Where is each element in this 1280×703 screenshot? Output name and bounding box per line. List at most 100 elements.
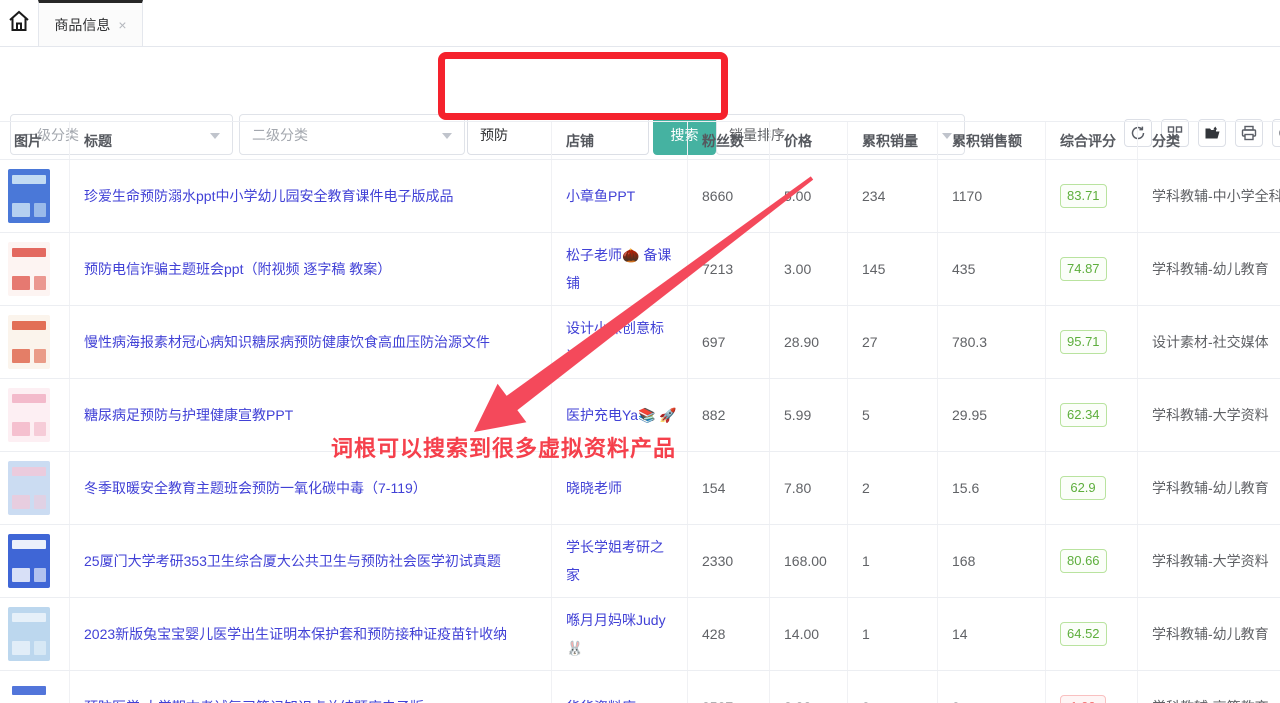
price-cell: 3.00: [770, 233, 848, 305]
product-title-cell: 珍爱生命预防溺水ppt中小学幼儿园安全教育课件电子版成品: [70, 160, 552, 232]
score-badge: 64.52: [1060, 622, 1107, 646]
score-cell: 1.00: [1046, 671, 1138, 703]
total-sales-cell: 1: [848, 525, 938, 597]
product-title-link[interactable]: 2023新版兔宝宝婴儿医学出生证明本保护套和预防接种证疫苗针收纳: [84, 620, 507, 648]
product-title-link[interactable]: 预防电信诈骗主题班会ppt（附视频 逐字稿 教案）: [84, 255, 391, 283]
total-revenue-cell: 1170: [938, 160, 1046, 232]
table-row: 冬季取暖安全教育主题班会预防一氧化碳中毒（7-119）晓晓老师1547.8021…: [0, 452, 1280, 525]
score-cell: 95.71: [1046, 306, 1138, 378]
score-cell: 62.34: [1046, 379, 1138, 451]
product-thumbnail[interactable]: [8, 534, 50, 588]
total-revenue-cell: 0: [938, 671, 1046, 703]
shop-link[interactable]: 设计小保创意标识: [566, 314, 677, 370]
product-thumbnail[interactable]: [8, 607, 50, 661]
score-cell: 64.52: [1046, 598, 1138, 670]
product-thumbnail[interactable]: [8, 680, 50, 703]
total-revenue-cell: 15.6: [938, 452, 1046, 524]
score-badge: 1.00: [1060, 695, 1106, 703]
shop-cell: 松子老师🌰 备课铺: [552, 233, 688, 305]
column-header-2: 店铺: [552, 122, 688, 159]
table-row: 慢性病海报素材冠心病知识糖尿病预防健康饮食高血压防治源文件设计小保创意标识697…: [0, 306, 1280, 379]
total-revenue-cell: 435: [938, 233, 1046, 305]
product-table: 图片标题店铺粉丝数价格累积销量累积销售额综合评分分类 珍爱生命预防溺水ppt中小…: [0, 121, 1280, 703]
table-row: 预防医学 大学期末考试复习笔记知识点总结题库电子版华华资料库25272.8800…: [0, 671, 1280, 703]
category-cell: 学科教辅-高等教育: [1138, 671, 1280, 703]
price-cell: 168.00: [770, 525, 848, 597]
price-cell: 7.80: [770, 452, 848, 524]
fans-count-cell: 2330: [688, 525, 770, 597]
product-title-link[interactable]: 慢性病海报素材冠心病知识糖尿病预防健康饮食高血压防治源文件: [84, 328, 490, 356]
product-image-cell: [0, 598, 70, 670]
table-body: 珍爱生命预防溺水ppt中小学幼儿园安全教育课件电子版成品小章鱼PPT86605.…: [0, 160, 1280, 703]
price-cell: 5.99: [770, 379, 848, 451]
shop-link[interactable]: 华华资料库: [566, 693, 636, 703]
product-image-cell: [0, 525, 70, 597]
total-sales-cell: 27: [848, 306, 938, 378]
shop-link[interactable]: 喺月月妈咪Judy🐰: [566, 606, 677, 662]
total-revenue-cell: 14: [938, 598, 1046, 670]
shop-link[interactable]: 学长学姐考研之家: [566, 533, 677, 589]
column-header-5: 累积销量: [848, 122, 938, 159]
fans-count-cell: 154: [688, 452, 770, 524]
category-cell: 学科教辅-幼儿教育: [1138, 233, 1280, 305]
product-thumbnail[interactable]: [8, 461, 50, 515]
total-sales-cell: 0: [848, 671, 938, 703]
price-cell: 14.00: [770, 598, 848, 670]
fans-count-cell: 7213: [688, 233, 770, 305]
product-thumbnail[interactable]: [8, 315, 50, 369]
table-header-row: 图片标题店铺粉丝数价格累积销量累积销售额综合评分分类: [0, 121, 1280, 160]
product-title-link[interactable]: 25厦门大学考研353卫生综合厦大公共卫生与预防社会医学初试真题: [84, 547, 501, 575]
total-sales-cell: 5: [848, 379, 938, 451]
product-thumbnail[interactable]: [8, 169, 50, 223]
shop-link[interactable]: 小章鱼PPT: [566, 182, 635, 210]
score-cell: 74.87: [1046, 233, 1138, 305]
column-header-3: 粉丝数: [688, 122, 770, 159]
total-revenue-cell: 780.3: [938, 306, 1046, 378]
fans-count-cell: 428: [688, 598, 770, 670]
table-row: 预防电信诈骗主题班会ppt（附视频 逐字稿 教案） 松子老师🌰 备课铺72133.…: [0, 233, 1280, 306]
product-title-cell: 25厦门大学考研353卫生综合厦大公共卫生与预防社会医学初试真题: [70, 525, 552, 597]
product-title-cell: 慢性病海报素材冠心病知识糖尿病预防健康饮食高血压防治源文件: [70, 306, 552, 378]
column-header-0: 图片: [0, 122, 70, 159]
shop-cell: 小章鱼PPT: [552, 160, 688, 232]
shop-cell: 喺月月妈咪Judy🐰: [552, 598, 688, 670]
score-badge: 74.87: [1060, 257, 1107, 281]
column-header-4: 价格: [770, 122, 848, 159]
product-title-cell: 预防医学 大学期末考试复习笔记知识点总结题库电子版: [70, 671, 552, 703]
product-image-cell: [0, 233, 70, 305]
category-cell: 学科教辅-中小学全科: [1138, 160, 1280, 232]
category-cell: 设计素材-社交媒体: [1138, 306, 1280, 378]
score-cell: 83.71: [1046, 160, 1138, 232]
shop-cell: 晓晓老师: [552, 452, 688, 524]
fans-count-cell: 2527: [688, 671, 770, 703]
product-image-cell: [0, 160, 70, 232]
filter-toolbar: 一级分类 二级分类 搜索 销量排序: [0, 47, 1280, 120]
score-cell: 62.9: [1046, 452, 1138, 524]
product-image-cell: [0, 671, 70, 703]
tab-product-info[interactable]: 商品信息 ×: [38, 0, 143, 46]
total-revenue-cell: 29.95: [938, 379, 1046, 451]
fans-count-cell: 882: [688, 379, 770, 451]
shop-link[interactable]: 医护充电Ya📚 🚀: [566, 401, 677, 429]
product-title-cell: 预防电信诈骗主题班会ppt（附视频 逐字稿 教案）: [70, 233, 552, 305]
product-title-link[interactable]: 冬季取暖安全教育主题班会预防一氧化碳中毒（7-119）: [84, 474, 427, 502]
total-sales-cell: 1: [848, 598, 938, 670]
shop-link[interactable]: 松子老师🌰 备课铺: [566, 241, 677, 297]
total-sales-cell: 145: [848, 233, 938, 305]
product-thumbnail[interactable]: [8, 388, 50, 442]
product-title-link[interactable]: 预防医学 大学期末考试复习笔记知识点总结题库电子版: [84, 693, 424, 703]
category-cell: 学科教辅-幼儿教育: [1138, 598, 1280, 670]
product-image-cell: [0, 452, 70, 524]
product-thumbnail[interactable]: [8, 242, 50, 296]
column-header-6: 累积销售额: [938, 122, 1046, 159]
product-image-cell: [0, 306, 70, 378]
product-title-link[interactable]: 糖尿病足预防与护理健康宣教PPT: [84, 401, 293, 429]
home-button[interactable]: [0, 0, 38, 46]
shop-link[interactable]: 晓晓老师: [566, 474, 622, 502]
score-badge: 80.66: [1060, 549, 1107, 573]
product-title-link[interactable]: 珍爱生命预防溺水ppt中小学幼儿园安全教育课件电子版成品: [84, 182, 453, 210]
close-icon[interactable]: ×: [118, 17, 126, 33]
shop-cell: 设计小保创意标识: [552, 306, 688, 378]
product-title-cell: 2023新版兔宝宝婴儿医学出生证明本保护套和预防接种证疫苗针收纳: [70, 598, 552, 670]
total-revenue-cell: 168: [938, 525, 1046, 597]
